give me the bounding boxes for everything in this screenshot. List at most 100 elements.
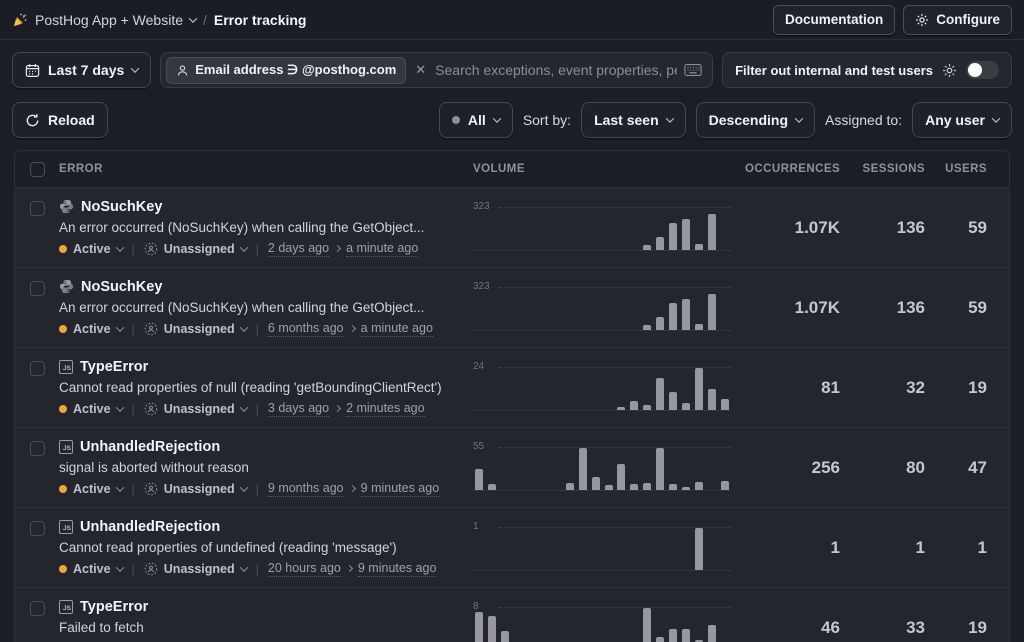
sort-field-dropdown[interactable]: Last seen xyxy=(581,102,686,138)
sparkline-bar-slot xyxy=(512,608,525,642)
breadcrumb-project[interactable]: PostHog App + Website xyxy=(35,12,183,28)
error-description: Cannot read properties of undefined (rea… xyxy=(59,540,467,555)
row-checkbox[interactable] xyxy=(30,361,45,376)
status-dropdown[interactable]: Active xyxy=(73,562,111,576)
error-title[interactable]: NoSuchKey xyxy=(81,199,162,215)
header-occurrences[interactable]: OCCURRENCES xyxy=(745,163,840,175)
sort-direction-dropdown[interactable]: Descending xyxy=(696,102,815,138)
sparkline-bar-slot xyxy=(525,288,538,330)
sparkline-bar xyxy=(682,629,690,642)
sparkline-bar-slot xyxy=(550,448,563,490)
documentation-button[interactable]: Documentation xyxy=(773,5,895,35)
sparkline-bar xyxy=(475,469,483,490)
sparkline-bar-slot xyxy=(576,528,589,570)
reload-button[interactable]: Reload xyxy=(12,102,108,138)
sparkline-bar-slot xyxy=(512,528,525,570)
volume-cell: 24 xyxy=(473,365,745,411)
table-row[interactable]: JS NoSuchKey An error occurred (NoSuchKe… xyxy=(15,268,1009,348)
sessions-value: 1 xyxy=(840,538,925,558)
error-title[interactable]: NoSuchKey xyxy=(81,279,162,295)
sparkline-bar-slot xyxy=(628,448,641,490)
internal-filter-toggle[interactable] xyxy=(966,61,999,79)
sparkline-bar-slot xyxy=(718,608,731,642)
date-range-button[interactable]: Last 7 days xyxy=(12,52,151,88)
occurrences-value: 1 xyxy=(745,538,840,558)
last-seen-time: 9 minutes ago xyxy=(361,481,440,497)
table-row[interactable]: JS UnhandledRejection Cannot read proper… xyxy=(15,508,1009,588)
status-dropdown[interactable]: Active xyxy=(73,482,111,496)
assignee-dropdown[interactable]: Unassigned xyxy=(164,482,235,496)
error-title[interactable]: TypeError xyxy=(80,359,148,375)
gear-icon[interactable] xyxy=(942,63,957,78)
search-box[interactable]: Email address ∋ @posthog.com ✕ xyxy=(160,52,713,88)
divider: | xyxy=(132,562,135,576)
sparkline-bar-slot xyxy=(563,368,576,410)
table-row[interactable]: JS NoSuchKey An error occurred (NoSuchKe… xyxy=(15,188,1009,268)
divider: | xyxy=(132,482,135,496)
users-value: 59 xyxy=(925,298,987,318)
breadcrumb: PostHog App + Website / Error tracking xyxy=(12,12,306,28)
unassigned-icon xyxy=(144,482,158,496)
users-value: 47 xyxy=(925,458,987,478)
chevron-down-icon[interactable] xyxy=(189,14,197,22)
sparkline-bar xyxy=(656,637,664,642)
sparkline-bar-slot xyxy=(680,288,693,330)
sparkline-bar-slot xyxy=(538,368,551,410)
table-row[interactable]: JS TypeError Cannot read properties of n… xyxy=(15,348,1009,428)
row-checkbox[interactable] xyxy=(30,601,45,616)
row-checkbox[interactable] xyxy=(30,281,45,296)
assignee-dropdown[interactable]: Unassigned xyxy=(164,242,235,256)
table-row[interactable]: JS TypeError Failed to fetch Active | Un… xyxy=(15,588,1009,642)
assigned-to-label: Assigned to: xyxy=(825,112,902,128)
sparkline-bar-slot xyxy=(654,448,667,490)
sparkline-bar-slot xyxy=(525,528,538,570)
status-filter-dropdown[interactable]: All xyxy=(439,102,513,138)
remove-filter-icon[interactable]: ✕ xyxy=(413,62,428,78)
users-value: 19 xyxy=(925,618,987,638)
configure-button[interactable]: Configure xyxy=(903,5,1012,35)
sparkline-bar-slot xyxy=(692,608,705,642)
row-checkbox[interactable] xyxy=(30,521,45,536)
sparkline-bar-slot xyxy=(499,528,512,570)
table-row[interactable]: JS UnhandledRejection signal is aborted … xyxy=(15,428,1009,508)
select-all-checkbox[interactable] xyxy=(30,162,45,177)
occurrences-value: 256 xyxy=(745,458,840,478)
status-filter-value: All xyxy=(468,112,486,128)
assigned-to-dropdown[interactable]: Any user xyxy=(912,102,1012,138)
assignee-dropdown[interactable]: Unassigned xyxy=(164,402,235,416)
error-title[interactable]: UnhandledRejection xyxy=(80,519,220,535)
sparkline-bar-slot xyxy=(550,528,563,570)
sparkline-bar-slot xyxy=(602,208,615,250)
email-filter-chip[interactable]: Email address ∋ @posthog.com xyxy=(166,57,406,84)
sparkline-bar-slot xyxy=(718,208,731,250)
sparkline-bar-slot xyxy=(705,288,718,330)
sparkline-bar-slot xyxy=(654,528,667,570)
assignee-dropdown[interactable]: Unassigned xyxy=(164,562,235,576)
status-dropdown[interactable]: Active xyxy=(73,402,111,416)
breadcrumb-separator: / xyxy=(203,12,207,28)
error-title[interactable]: TypeError xyxy=(80,599,148,615)
status-dropdown[interactable]: Active xyxy=(73,322,111,336)
sparkline-bar-slot xyxy=(628,288,641,330)
volume-cell: 1 xyxy=(473,525,745,571)
header-users[interactable]: USERS xyxy=(925,163,987,175)
assignee-dropdown[interactable]: Unassigned xyxy=(164,322,235,336)
filter-row: Last 7 days Email address ∋ @posthog.com… xyxy=(0,40,1024,94)
row-checkbox[interactable] xyxy=(30,201,45,216)
sparkline-bar-slot xyxy=(667,448,680,490)
sparkline-bar-slot xyxy=(576,608,589,642)
sparkline-bar-slot xyxy=(473,448,486,490)
header-sessions[interactable]: SESSIONS xyxy=(840,163,925,175)
status-dropdown[interactable]: Active xyxy=(73,242,111,256)
sparkline-bar-slot xyxy=(538,528,551,570)
row-checkbox[interactable] xyxy=(30,441,45,456)
sparkline-bottom-gridline xyxy=(473,570,731,571)
python-icon xyxy=(59,279,74,294)
search-input[interactable] xyxy=(435,62,677,78)
sparkline-bar-slot xyxy=(525,448,538,490)
error-title[interactable]: UnhandledRejection xyxy=(80,439,220,455)
volume-sparkline: 323 xyxy=(473,285,731,331)
sparkline-bars xyxy=(473,288,731,330)
sparkline-bar-slot xyxy=(641,448,654,490)
sparkline-bar-slot xyxy=(563,448,576,490)
